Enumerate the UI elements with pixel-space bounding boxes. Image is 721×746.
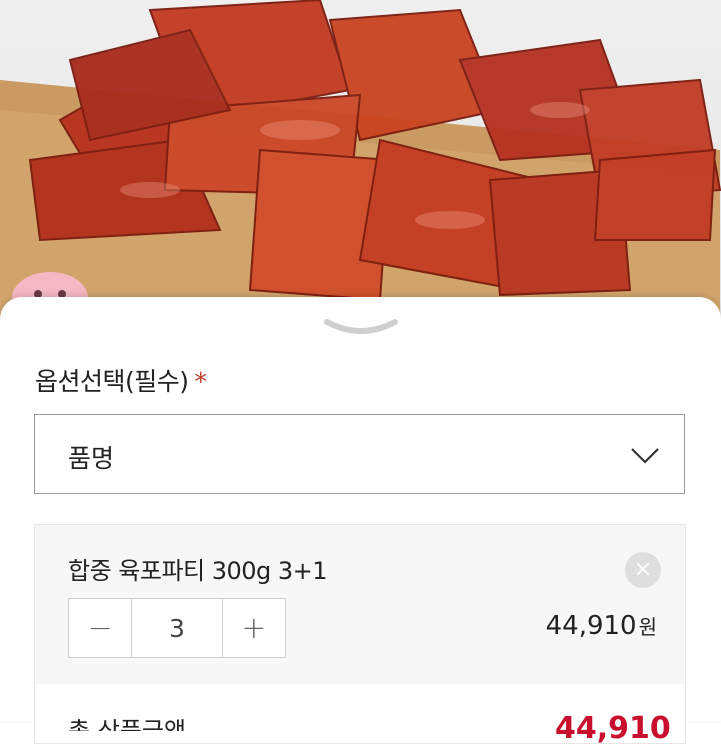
option-select-dropdown[interactable]: 품명 [34,414,685,494]
quantity-value[interactable]: 3 [131,599,223,657]
required-marker: * [194,367,208,396]
item-name: 합중 육포파티 300g 3+1 [68,557,328,585]
remove-item-button[interactable]: × [625,552,661,588]
increase-quantity-button[interactable]: + [223,599,285,657]
total-summary: 총 상품금액 44,910 [34,684,686,746]
product-image [0,0,721,330]
total-price: 44,910 [555,711,671,746]
item-price-value: 44,910 [545,611,637,641]
option-section-label: 옵션선택(필수) * [35,362,207,398]
collapse-handle-icon[interactable] [323,316,399,342]
total-label: 총 상품금액 [68,717,187,731]
select-placeholder: 품명 [68,444,115,473]
decrease-quantity-button[interactable]: − [69,599,131,657]
close-icon: × [633,557,653,582]
chevron-down-icon [631,448,659,464]
item-price: 44,910 원 [546,611,657,641]
item-price-currency: 원 [638,615,657,639]
option-label-text: 옵션선택(필수) [35,367,189,396]
quantity-stepper: − 3 + [68,598,286,658]
selected-item-card: 합중 육포파티 300g 3+1 × − 3 + 44,910 원 [34,524,686,685]
